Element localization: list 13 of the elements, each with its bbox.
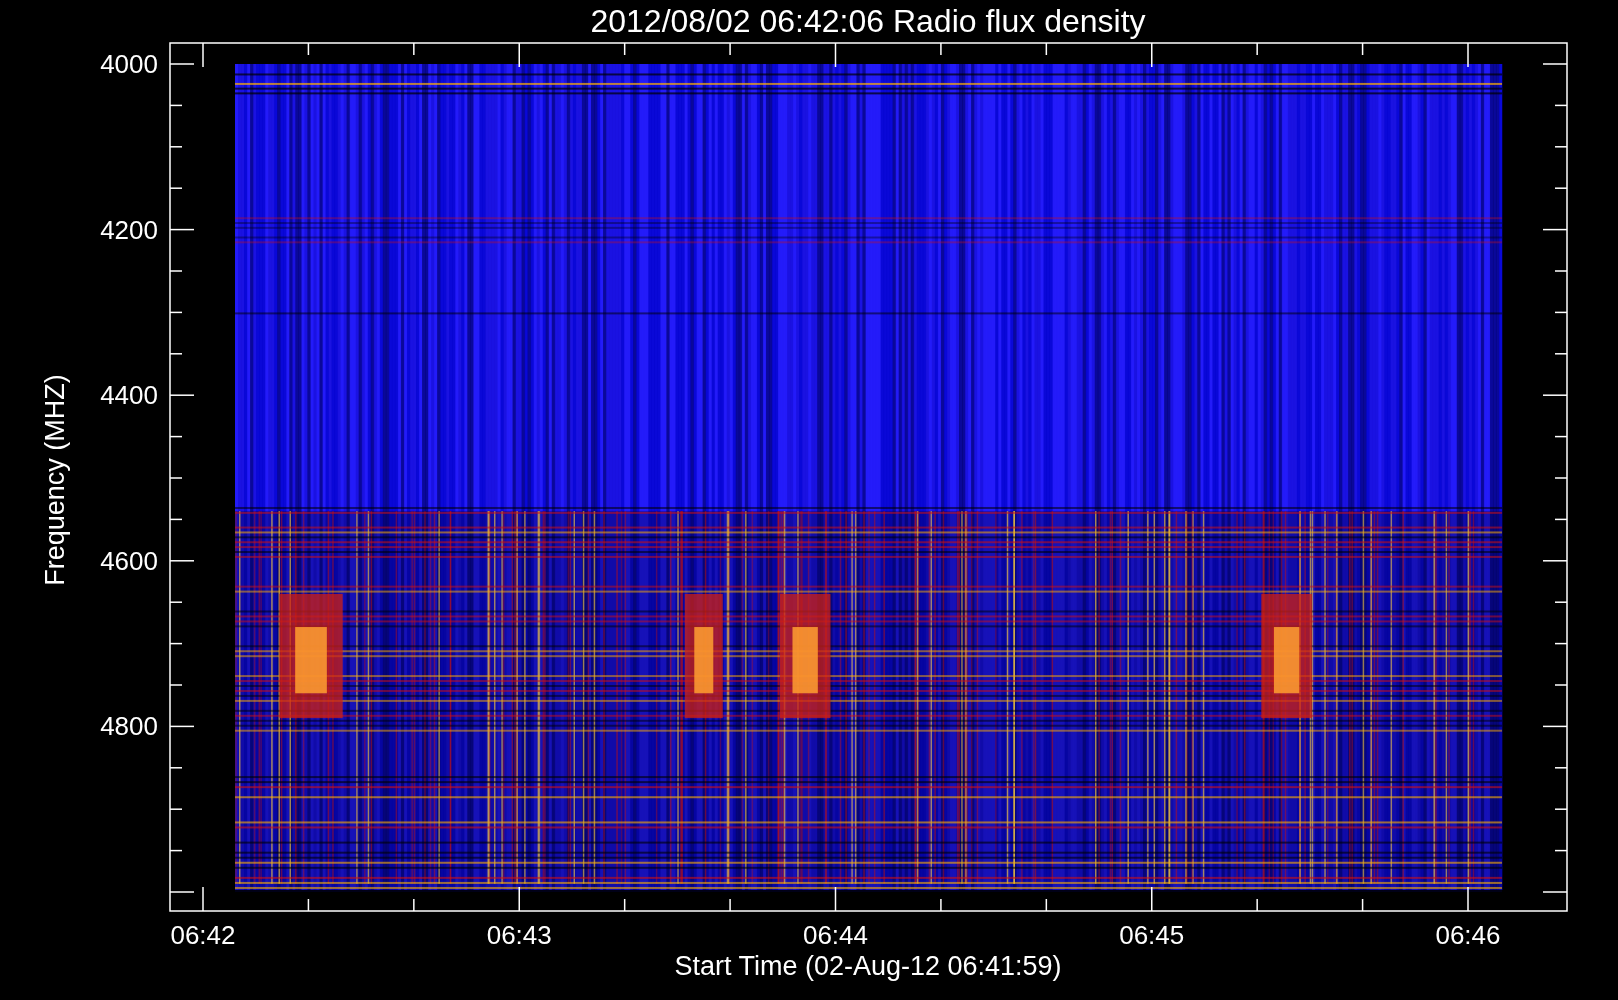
chart-title: 2012/08/02 06:42:06 Radio flux density bbox=[590, 3, 1146, 39]
x-tick-label: 06:42 bbox=[170, 920, 236, 950]
y-tick-label: 4200 bbox=[100, 214, 158, 245]
y-tick-label: 4800 bbox=[100, 711, 158, 742]
x-tick-label: 06:44 bbox=[802, 920, 869, 950]
y-tick-label: 4600 bbox=[100, 545, 158, 576]
x-tick-label: 06:46 bbox=[1435, 920, 1501, 950]
y-tick-label: 4400 bbox=[100, 380, 158, 411]
x-tick-label: 06:45 bbox=[1119, 920, 1185, 950]
y-tick-label: 4000 bbox=[100, 49, 158, 79]
x-axis-label: Start Time (02-Aug-12 06:41:59) bbox=[674, 951, 1062, 981]
y-axis-label: Frequency (MHZ) bbox=[40, 374, 70, 586]
x-tick-label: 06:43 bbox=[486, 920, 552, 950]
